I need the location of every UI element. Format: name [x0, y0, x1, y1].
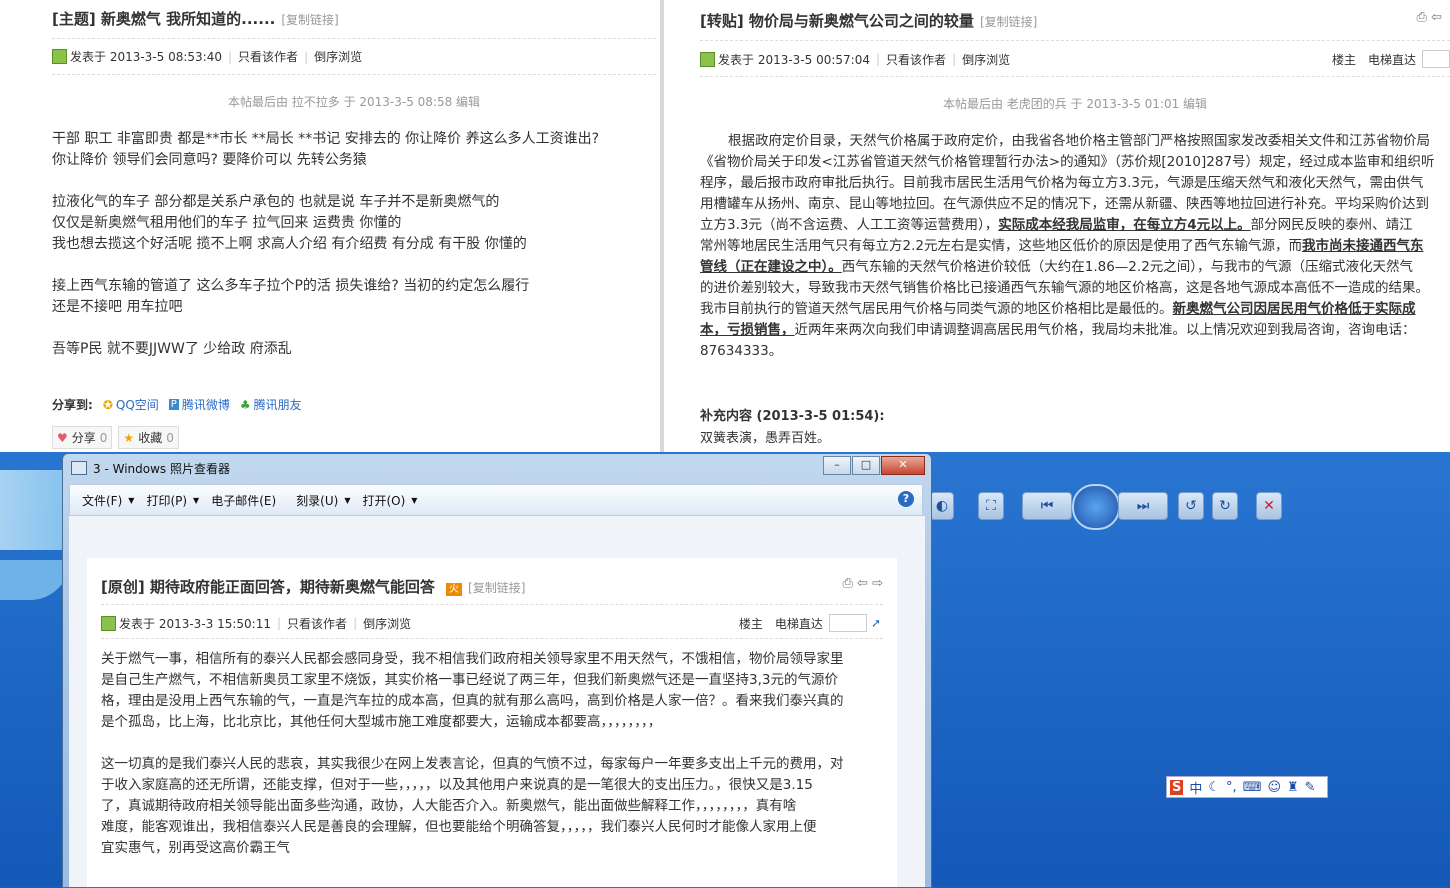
fit-window-icon[interactable]: ⛶: [978, 492, 1004, 520]
wrench-icon[interactable]: ✎: [1305, 780, 1316, 795]
share-label: 分享到:: [52, 398, 93, 412]
post-title-row: [转贴] 物价局与新奥燃气公司之间的较量 [复制链接]: [700, 10, 1037, 31]
previous-icon[interactable]: ⏮: [1022, 492, 1072, 520]
post-title: [原创] 期待政府能正面回答，期待新奥燃气能回答: [101, 578, 435, 596]
copy-link[interactable]: [复制链接]: [980, 15, 1037, 29]
photo-viewer-window: 3 - Windows 照片查看器 – □ ✕ 文件(F) ▼ 打印(P) ▼ 电子…: [62, 453, 932, 888]
floor-label: 楼主: [1331, 52, 1356, 67]
photo-canvas: [原创] 期待政府能正面回答，期待新奥燃气能回答 火 [复制链接] ⎙ ⇦ ⇨ 发…: [69, 516, 925, 887]
left-forum-post: [主题] 新奥燃气 我所知道的...... [复制链接] 发表于 2013-3-5…: [40, 0, 660, 452]
post-date: 发表于 2013-3-5 00:57:04: [718, 52, 870, 67]
post-meta: 发表于 2013-3-5 00:57:04 | 只看该作者 | 倒序浏览 楼主 …: [700, 50, 1450, 68]
menu-file[interactable]: 文件(F) ▼: [82, 492, 134, 509]
only-author-link[interactable]: 只看该作者: [886, 51, 946, 68]
close-button[interactable]: ✕: [881, 456, 925, 475]
heart-icon: ♥: [57, 430, 68, 445]
edit-note: 本帖最后由 老虎团的兵 于 2013-3-5 01:01 编辑: [942, 97, 1208, 111]
share-weibo-link[interactable]: 腾讯微博: [182, 396, 230, 413]
post-date: 发表于 2013-3-3 15:50:11: [119, 616, 271, 631]
sogou-icon[interactable]: S: [1170, 779, 1184, 795]
window-title: 3 - Windows 照片查看器: [93, 461, 230, 476]
post-tools: ⎙ ⇦: [1417, 10, 1442, 25]
copy-link[interactable]: [复制链接]: [281, 13, 338, 27]
action-buttons: ♥ 分享 0 ★ 收藏 0: [52, 426, 185, 449]
star-icon: ★: [123, 430, 135, 445]
keyboard-icon[interactable]: ⌨: [1243, 780, 1262, 795]
elevator-label: 电梯直达: [1367, 52, 1416, 67]
elevator-input[interactable]: [1422, 50, 1450, 68]
ime-mode-label[interactable]: 中: [1189, 778, 1202, 797]
online-status-icon: [101, 615, 116, 631]
post-title: [主题] 新奥燃气 我所知道的......: [52, 10, 276, 28]
online-status-icon: [52, 49, 67, 64]
photo-viewer-app-icon: [71, 461, 87, 475]
reverse-view-link[interactable]: 倒序浏览: [962, 51, 1010, 68]
post-body: 根据政府定价目录，天然气价格属于政府定价，由我省各地价格主管部门严格按照国家发改…: [700, 133, 1435, 359]
menu-open[interactable]: 打开(O) ▼: [362, 492, 417, 509]
post-meta: 发表于 2013-3-3 15:50:11 | 只看该作者 | 倒序浏览 楼主 …: [101, 614, 881, 632]
window-titlebar: 3 - Windows 照片查看器 – □ ✕: [63, 454, 931, 482]
window-buttons: – □ ✕: [822, 456, 925, 475]
share-row: 分享到: ✪ QQ空间 P 腾讯微博 ♣ 腾讯朋友: [52, 396, 302, 413]
menu-email[interactable]: 电子邮件(E): [211, 492, 276, 509]
ime-toolbar: S 中 ☾ °, ⌨ ☺ ♜ ✎: [1166, 776, 1328, 798]
punctuation-icon[interactable]: °,: [1226, 780, 1237, 795]
user-icon[interactable]: ☺: [1267, 780, 1281, 795]
print-icon[interactable]: ⎙: [1417, 10, 1427, 25]
rotate-right-icon[interactable]: ↻: [1212, 492, 1238, 520]
wallpaper-swirl-small: [0, 560, 70, 600]
delete-icon[interactable]: ✕: [1256, 492, 1282, 520]
reverse-view-link[interactable]: 倒序浏览: [314, 48, 362, 65]
post-tools: ⎙ ⇦ ⇨: [843, 576, 884, 591]
menu-burn[interactable]: 刻录(U) ▼: [296, 492, 350, 509]
share-button[interactable]: ♥ 分享 0: [52, 426, 113, 449]
rotate-left-icon[interactable]: ↺: [1178, 492, 1204, 520]
displayed-forum-post: [原创] 期待政府能正面回答，期待新奥燃气能回答 火 [复制链接] ⎙ ⇦ ⇨ 发…: [87, 558, 897, 887]
post-date: 发表于 2013-3-5 08:53:40: [70, 50, 222, 64]
prev-arrow-icon: ⇦: [857, 576, 868, 591]
elevator-label: 电梯直达: [774, 616, 823, 631]
weibo-icon: P: [168, 399, 179, 410]
help-icon[interactable]: ?: [898, 491, 914, 507]
online-status-icon: [700, 51, 715, 67]
qzone-icon: ✪: [102, 397, 113, 412]
copy-link: [复制链接]: [468, 581, 526, 595]
zoom-icon[interactable]: ◐: [930, 492, 954, 520]
post-body: 干部 职工 非富即贵 都是**市长 **局长 **书记 安排去的 你让降价 养这…: [52, 131, 600, 357]
minimize-button[interactable]: –: [823, 456, 851, 475]
post-title-row: [主题] 新奥燃气 我所知道的...... [复制链接]: [52, 8, 339, 29]
viewer-menubar: 文件(F) ▼ 打印(P) ▼ 电子邮件(E) 刻录(U) ▼ 打开(O) ▼ ?: [69, 484, 923, 516]
floor-label: 楼主: [738, 616, 763, 631]
reverse-view-link: 倒序浏览: [363, 616, 412, 631]
right-forum-post: [转贴] 物价局与新奥燃气公司之间的较量 [复制链接] ⎙ ⇦ 发表于 2013-…: [664, 0, 1450, 452]
next-icon[interactable]: ⏭: [1118, 492, 1168, 520]
hot-badge-icon: 火: [446, 583, 463, 596]
maximize-button[interactable]: □: [852, 456, 880, 475]
moon-icon[interactable]: ☾: [1208, 780, 1220, 795]
edit-note: 本帖最后由 拉不拉多 于 2013-3-5 08:58 编辑: [227, 95, 481, 109]
share-friends-link[interactable]: 腾讯朋友: [254, 396, 302, 413]
elevator-input: [828, 614, 867, 632]
share-qzone-link[interactable]: QQ空间: [116, 396, 159, 413]
post-meta: 发表于 2013-3-5 08:53:40 | 只看该作者 | 倒序浏览: [52, 48, 362, 65]
prev-arrow-icon[interactable]: ⇦: [1431, 10, 1442, 25]
post-body: 关于燃气一事，相信所有的泰兴人民都会感同身受，我不相信我们政府相关领导家里不用天…: [101, 651, 844, 856]
slideshow-button[interactable]: [1072, 484, 1120, 530]
go-icon: ➚: [870, 616, 881, 630]
shirt-icon[interactable]: ♜: [1287, 780, 1299, 795]
print-icon: ⎙: [842, 576, 853, 591]
favorite-button[interactable]: ★ 收藏 0: [118, 426, 179, 449]
post-title-row: [原创] 期待政府能正面回答，期待新奥燃气能回答 火 [复制链接]: [101, 576, 525, 597]
supplement-title: 补充内容 (2013-3-5 01:54):: [700, 409, 885, 424]
clover-icon: ♣: [239, 397, 251, 412]
menu-print[interactable]: 打印(P) ▼: [146, 492, 199, 509]
post-title: [转贴] 物价局与新奥燃气公司之间的较量: [700, 12, 974, 30]
only-author-link[interactable]: 只看该作者: [238, 48, 298, 65]
left-panel-margin: [0, 0, 40, 452]
next-arrow-icon: ⇨: [872, 576, 883, 591]
only-author-link: 只看该作者: [287, 616, 348, 631]
viewer-control-bar: ◐ ⛶ ⏮ ⏭ ↺ ↻ ✕: [930, 484, 1296, 530]
supplement-text: 双簧表演，愚弄百姓。: [700, 431, 831, 446]
